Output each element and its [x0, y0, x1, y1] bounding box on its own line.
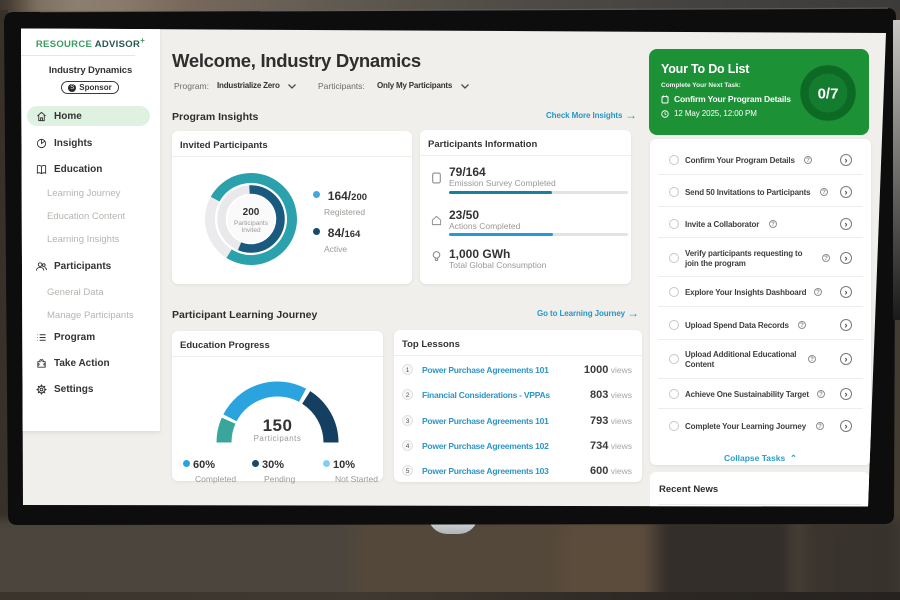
svg-text:0/7: 0/7 [818, 86, 839, 103]
